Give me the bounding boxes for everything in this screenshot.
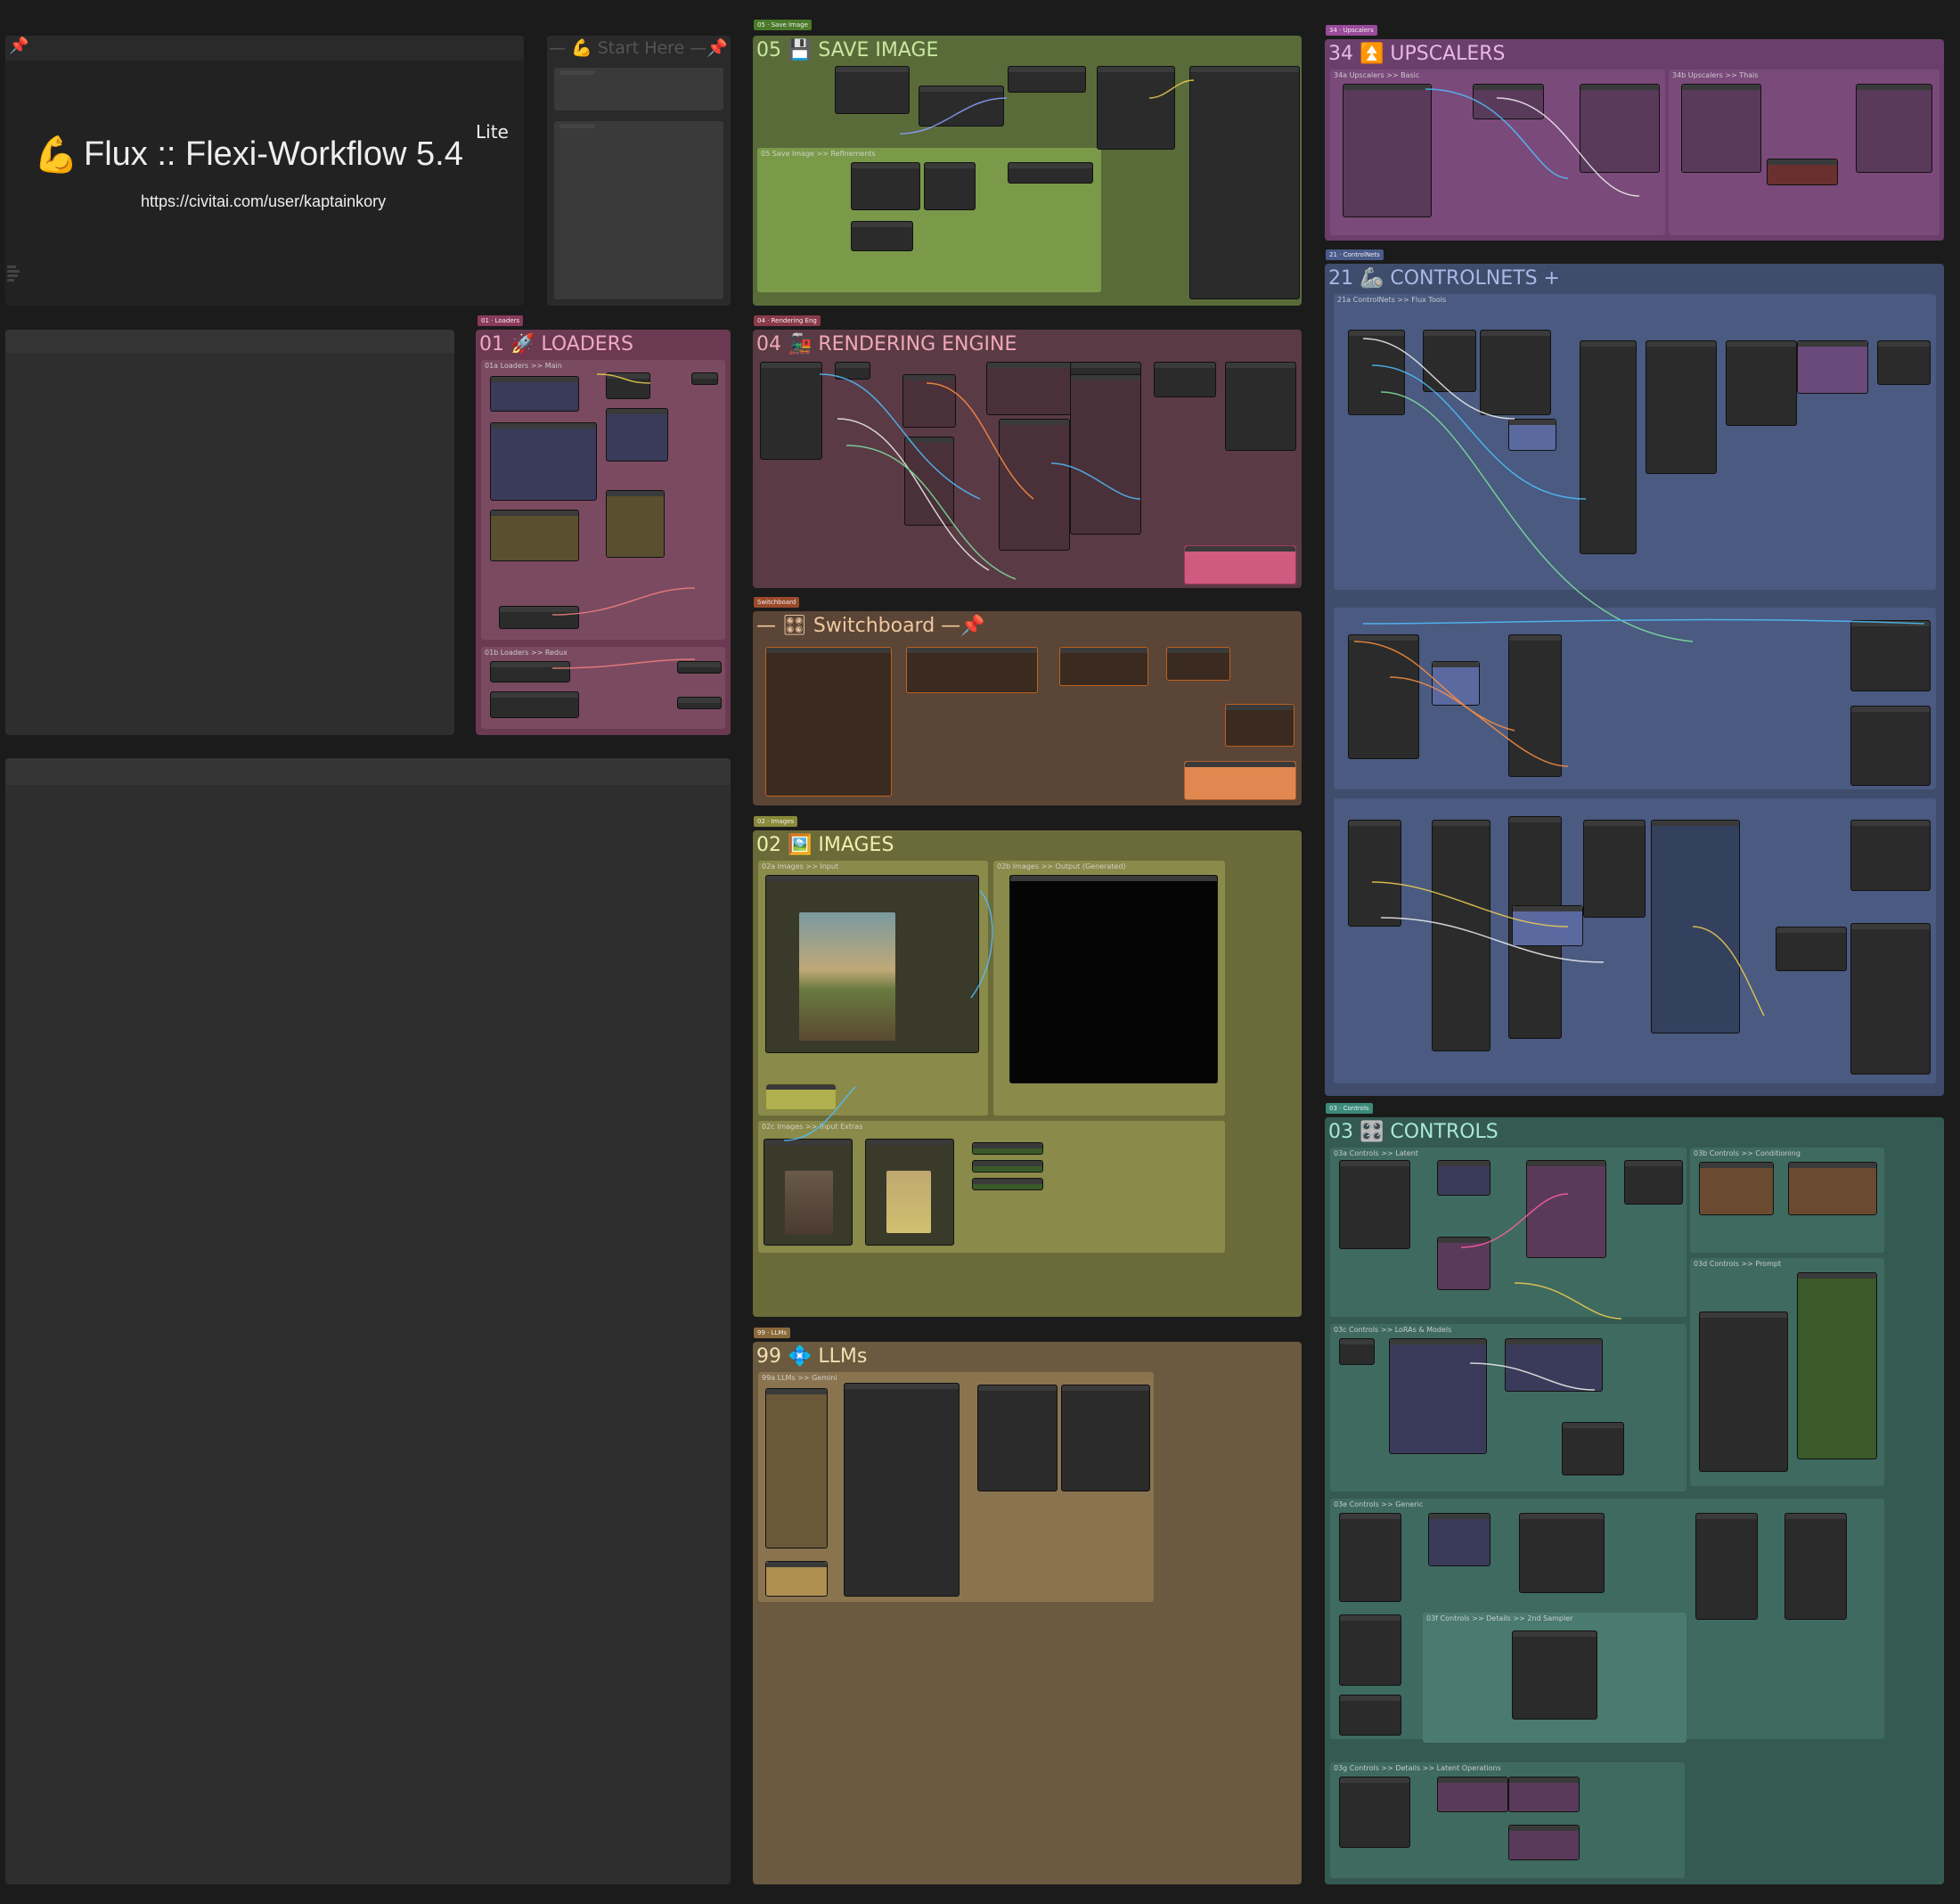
group-title: 04 🚂 RENDERING ENGINE — [756, 333, 1017, 355]
switches-node-5[interactable] — [1225, 704, 1294, 747]
group-controls[interactable]: 03 🎛️ CONTROLS 03a Controls >> Latent 03… — [1325, 1117, 1944, 1884]
empty-group-2[interactable] — [5, 758, 731, 1884]
node-image-switch[interactable] — [835, 66, 910, 114]
group-title: 02 🖼️ IMAGES — [756, 834, 894, 856]
sub-images-output[interactable]: 02b Images >> Output (Generated) — [993, 861, 1225, 1115]
group-title: — 🎛 Switchboard —📌 — [756, 615, 985, 637]
tab-controlnets[interactable]: 21 · ControlNets — [1326, 249, 1384, 260]
group-save-image[interactable]: 05 💾 SAVE IMAGE 05 Save Image >> Refinem… — [753, 36, 1302, 306]
input-image-preview[interactable] — [799, 912, 895, 1041]
switches-node-3[interactable] — [1059, 647, 1148, 686]
group-title: 21 🦾 CONTROLNETS + — [1328, 267, 1560, 290]
group-title: 01 🚀 LOADERS — [479, 333, 633, 355]
node-image-contrast-2[interactable] — [851, 221, 913, 251]
sub-controls-second-sampler[interactable]: 03f Controls >> Details >> 2nd Sampler — [1423, 1613, 1686, 1743]
tab-save-image[interactable]: 05 · Save Image — [754, 20, 812, 30]
node-image-contrast[interactable] — [1008, 162, 1093, 184]
group-upscalers[interactable]: 34 ⏫ UPSCALERS 34a Upscalers >> Basic 34… — [1325, 39, 1944, 241]
sub-controlnets-3[interactable] — [1334, 798, 1936, 1083]
tab-switchboard[interactable]: Switchboard — [754, 597, 800, 608]
preview-image-node[interactable] — [1009, 875, 1218, 1083]
empty-group-1[interactable] — [5, 330, 454, 735]
node-info-text — [7, 266, 25, 287]
tab-upscalers[interactable]: 34 · Upscalers — [1326, 25, 1377, 36]
sub-upscalers-thais[interactable]: 34b Upscalers >> Thais — [1669, 69, 1940, 235]
sub-controlnets-flux-tools[interactable]: 21a ControlNets >> Flux Tools — [1334, 294, 1936, 590]
group-title: 34 ⏫ UPSCALERS — [1328, 43, 1506, 65]
group-controlnets[interactable]: 21 🦾 CONTROLNETS + 21a ControlNets >> Fl… — [1325, 264, 1944, 1096]
note-node-1[interactable] — [554, 68, 723, 110]
sub-loaders-main[interactable]: 01a Loaders >> Main — [481, 360, 725, 640]
switches-note[interactable] — [1184, 761, 1296, 800]
sub-controls-latent[interactable]: 03a Controls >> Latent — [1330, 1148, 1686, 1317]
edition-label: Lite — [476, 121, 509, 143]
tab-loaders[interactable]: 01 · Loaders — [478, 315, 524, 326]
sub-controlnets-2[interactable] — [1334, 608, 1936, 789]
node-image-save[interactable] — [1189, 66, 1300, 299]
switches-node-4[interactable] — [1166, 647, 1230, 681]
pin-icon[interactable]: 📌 — [9, 37, 29, 55]
sub-images-input[interactable]: 02a Images >> Input — [758, 861, 988, 1115]
sub-llms-gemini[interactable]: 99a LLMs >> Gemini — [758, 1372, 1154, 1602]
node-upscale[interactable] — [924, 162, 976, 210]
note-node-2[interactable] — [554, 121, 723, 299]
workflow-title: Flux :: Flexi-Workflow 5.4 — [84, 135, 463, 173]
group-title: 99 💠 LLMs — [756, 1345, 868, 1368]
sub-controls-conditioning[interactable]: 03b Controls >> Conditioning — [1690, 1148, 1884, 1253]
group-rendering[interactable]: 04 🚂 RENDERING ENGINE — [753, 330, 1302, 588]
sub-upscalers-basic[interactable]: 34a Upscalers >> Basic — [1330, 69, 1665, 235]
tab-images[interactable]: 02 · Images — [754, 816, 798, 827]
sub-controls-latent-ops[interactable]: 03g Controls >> Details >> Latent Operat… — [1330, 1762, 1685, 1878]
group-llms[interactable]: 99 💠 LLMs 99a LLMs >> Gemini — [753, 1342, 1302, 1884]
group-images[interactable]: 02 🖼️ IMAGES 02a Images >> Input 02b Ima… — [753, 830, 1302, 1317]
group-switchboard[interactable]: — 🎛 Switchboard —📌 — [753, 611, 1302, 805]
start-here-label: — 💪 Start Here —📌 — [549, 38, 728, 58]
title-card[interactable]: 📌 💪 Flux :: Flexi-Workflow 5.4 Lite http… — [5, 36, 524, 306]
tab-controls[interactable]: 03 · Controls — [1326, 1103, 1373, 1114]
flex-arm-icon: 💪 — [34, 135, 78, 176]
switches-node-2[interactable] — [906, 647, 1038, 693]
group-title: 03 🎛️ CONTROLS — [1328, 1121, 1499, 1143]
sub-controls-prompt[interactable]: 03d Controls >> Prompt — [1690, 1258, 1884, 1486]
sub-loaders-redux[interactable]: 01b Loaders >> Redux — [481, 647, 725, 729]
start-here-group[interactable]: — 💪 Start Here —📌 — [547, 36, 731, 306]
author-url[interactable]: https://civitai.com/user/kaptainkory — [141, 192, 386, 211]
group-title: 05 💾 SAVE IMAGE — [756, 39, 939, 61]
node-image-filters[interactable] — [851, 162, 920, 210]
node-vram-cleanup[interactable] — [1008, 66, 1086, 93]
sub-images-input-extras[interactable]: 02c Images >> Input Extras — [758, 1121, 1225, 1253]
tab-rendering[interactable]: 04 · Rendering Eng — [754, 315, 821, 326]
switches-node-1[interactable] — [765, 647, 892, 797]
tab-llms[interactable]: 99 · LLMs — [754, 1328, 791, 1338]
node-refinements[interactable] — [919, 86, 1004, 127]
node-ram-cleanup[interactable] — [1097, 66, 1175, 150]
sub-controls-loras[interactable]: 03c Controls >> LoRAs & Models — [1330, 1324, 1686, 1491]
group-loaders[interactable]: 01 🚀 LOADERS 01a Loaders >> Main 01b Loa… — [476, 330, 731, 735]
